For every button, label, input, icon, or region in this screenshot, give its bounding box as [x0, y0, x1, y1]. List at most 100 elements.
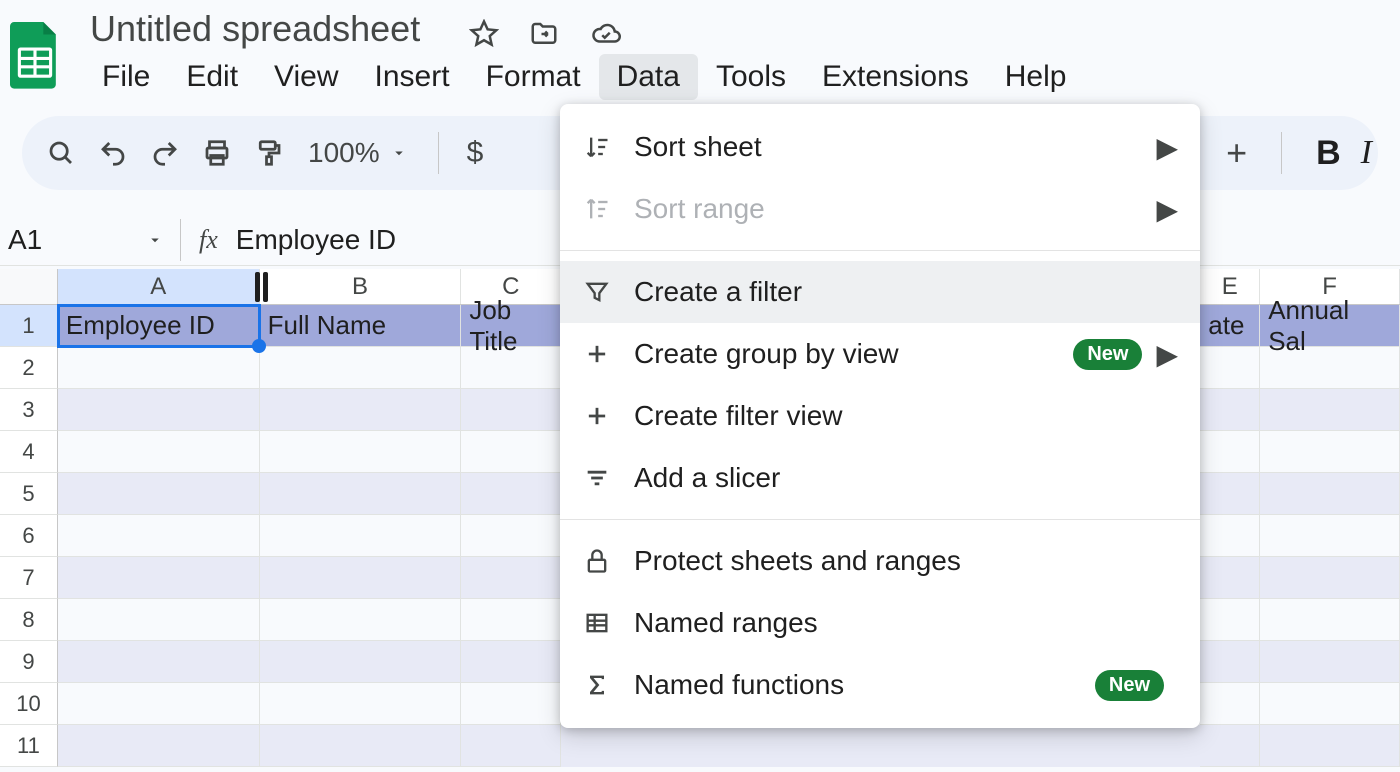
- menu-protect-sheets[interactable]: Protect sheets and ranges: [560, 530, 1200, 592]
- cell[interactable]: [58, 641, 260, 683]
- cell[interactable]: [461, 347, 561, 389]
- menu-tools[interactable]: Tools: [698, 54, 804, 100]
- row-header-4[interactable]: 4: [0, 431, 58, 473]
- cell[interactable]: [1260, 557, 1400, 599]
- cell[interactable]: [1260, 515, 1400, 557]
- select-all-corner[interactable]: [0, 269, 58, 304]
- menu-format[interactable]: Format: [468, 54, 599, 100]
- column-header-C[interactable]: C: [461, 269, 561, 304]
- menu-view[interactable]: View: [256, 54, 356, 100]
- name-box[interactable]: A1: [0, 224, 180, 256]
- cell[interactable]: [461, 557, 561, 599]
- print-button[interactable]: [194, 130, 240, 176]
- cell[interactable]: [461, 599, 561, 641]
- row-header-5[interactable]: 5: [0, 473, 58, 515]
- row-header-7[interactable]: 7: [0, 557, 58, 599]
- bold-button[interactable]: B: [1316, 134, 1341, 173]
- cell-C1[interactable]: Job Title: [461, 305, 561, 347]
- menu-add-slicer[interactable]: Add a slicer: [560, 447, 1200, 509]
- cell[interactable]: [58, 347, 260, 389]
- cell[interactable]: [58, 473, 260, 515]
- paint-format-button[interactable]: [246, 130, 292, 176]
- menu-named-ranges[interactable]: Named ranges: [560, 592, 1200, 654]
- row-header-3[interactable]: 3: [0, 389, 58, 431]
- cell[interactable]: [58, 683, 260, 725]
- cell[interactable]: [461, 725, 561, 767]
- row-header-9[interactable]: 9: [0, 641, 58, 683]
- row-header-6[interactable]: 6: [0, 515, 58, 557]
- cell[interactable]: [58, 515, 260, 557]
- cell-B1[interactable]: Full Name: [260, 305, 462, 347]
- move-to-folder-icon[interactable]: [528, 18, 560, 50]
- redo-button[interactable]: [142, 130, 188, 176]
- insert-button[interactable]: +: [1226, 132, 1247, 174]
- format-currency-button[interactable]: $: [459, 136, 492, 170]
- cell[interactable]: [461, 431, 561, 473]
- cell-F1[interactable]: Annual Sal: [1260, 305, 1400, 347]
- cell[interactable]: [1260, 599, 1400, 641]
- undo-button[interactable]: [90, 130, 136, 176]
- cell[interactable]: [461, 473, 561, 515]
- row-header-11[interactable]: 11: [0, 725, 58, 767]
- cell[interactable]: [1260, 473, 1400, 515]
- menu-help[interactable]: Help: [987, 54, 1085, 100]
- italic-button[interactable]: I: [1361, 134, 1372, 172]
- cell[interactable]: [260, 431, 462, 473]
- sheets-app-icon[interactable]: [10, 22, 60, 90]
- cell[interactable]: [1200, 347, 1260, 389]
- cell[interactable]: [58, 725, 260, 767]
- cell[interactable]: [1260, 725, 1400, 767]
- cell[interactable]: [260, 725, 462, 767]
- cell[interactable]: [1260, 641, 1400, 683]
- cell[interactable]: [461, 389, 561, 431]
- cell[interactable]: [461, 515, 561, 557]
- menu-sort-sheet[interactable]: Sort sheet ▶: [560, 116, 1200, 178]
- cell[interactable]: [58, 557, 260, 599]
- star-icon[interactable]: [468, 18, 500, 50]
- cell[interactable]: [260, 389, 462, 431]
- menu-extensions[interactable]: Extensions: [804, 54, 987, 100]
- cell[interactable]: [58, 389, 260, 431]
- menu-data[interactable]: Data: [599, 54, 698, 100]
- menu-file[interactable]: File: [84, 54, 168, 100]
- search-button[interactable]: [38, 130, 84, 176]
- row-header-1[interactable]: 1: [0, 305, 58, 347]
- column-header-B[interactable]: B: [260, 269, 462, 304]
- cell[interactable]: [58, 599, 260, 641]
- cell[interactable]: [1260, 683, 1400, 725]
- cell[interactable]: [1200, 473, 1260, 515]
- cloud-status-icon[interactable]: [590, 18, 622, 50]
- cell-A1[interactable]: Employee ID: [58, 305, 260, 347]
- cell[interactable]: [1200, 725, 1260, 767]
- menu-create-group-by[interactable]: Create group by view New ▶: [560, 323, 1200, 385]
- menu-create-filter-view[interactable]: Create filter view: [560, 385, 1200, 447]
- cell[interactable]: [260, 473, 462, 515]
- formula-input[interactable]: Employee ID: [236, 224, 396, 256]
- cell[interactable]: [1260, 431, 1400, 473]
- menu-insert[interactable]: Insert: [357, 54, 468, 100]
- menu-create-filter[interactable]: Create a filter: [560, 261, 1200, 323]
- column-header-F[interactable]: F: [1260, 269, 1400, 304]
- cell[interactable]: [461, 683, 561, 725]
- row-header-10[interactable]: 10: [0, 683, 58, 725]
- cell[interactable]: [58, 431, 260, 473]
- row-header-2[interactable]: 2: [0, 347, 58, 389]
- cell[interactable]: [260, 515, 462, 557]
- cell[interactable]: [260, 347, 462, 389]
- cell[interactable]: [260, 683, 462, 725]
- cell[interactable]: [1200, 389, 1260, 431]
- column-header-A[interactable]: A: [58, 269, 260, 304]
- cell[interactable]: [260, 557, 462, 599]
- chevron-down-icon[interactable]: [146, 224, 164, 256]
- cell[interactable]: [1200, 683, 1260, 725]
- cell-E1[interactable]: ate: [1200, 305, 1260, 347]
- cell[interactable]: [1200, 557, 1260, 599]
- cell[interactable]: [1260, 389, 1400, 431]
- column-header-E[interactable]: E: [1200, 269, 1260, 304]
- cell[interactable]: [260, 599, 462, 641]
- zoom-select[interactable]: 100%: [298, 137, 418, 169]
- cell[interactable]: [1200, 515, 1260, 557]
- cell[interactable]: [260, 641, 462, 683]
- cell[interactable]: [1200, 599, 1260, 641]
- column-resize-handle[interactable]: [255, 272, 268, 302]
